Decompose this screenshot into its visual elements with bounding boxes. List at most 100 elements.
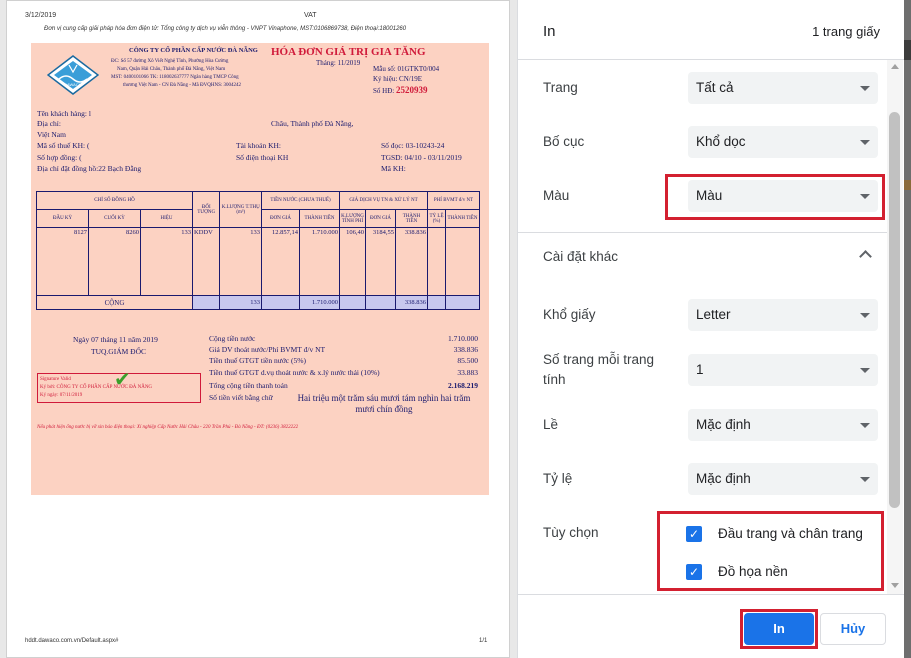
customer-phone: Số điện thoại KH <box>236 153 289 162</box>
paper-size-select[interactable]: Letter <box>688 299 878 331</box>
customer-name: Tên khách hàng: l <box>37 109 91 118</box>
table-header: ĐƠN GIÁ <box>365 209 396 228</box>
summary-value: 33.883 <box>457 368 478 377</box>
dropdown-arrow-icon <box>860 423 870 428</box>
page-footer-url: hddt.dawaco.com.vn/Default.aspx# <box>25 638 119 644</box>
print-settings-panel: In 1 trang giấy Trang Tất cả Bố cục Khổ … <box>517 0 905 658</box>
customer-code: Mã KH: <box>381 164 406 173</box>
company-line: ĐC: Số 57 đường Xô Viết Nghệ Tĩnh, Phườn… <box>111 59 229 64</box>
table-header: PHÍ BVMT đ/v NT <box>427 191 480 210</box>
company-name: CÔNG TY CỔ PHẦN CẤP NƯỚC ĐÀ NẴNG <box>129 47 258 54</box>
invoice-month: Tháng: 11/2019 <box>316 59 361 67</box>
pages-per-sheet-select[interactable]: 1 <box>688 354 878 386</box>
highlight-color-frame <box>665 174 885 220</box>
dialog-title: In <box>543 23 556 40</box>
summary-label: Số tiền viết bằng chữ <box>209 393 273 402</box>
invoice: DAWACO CÔNG TY CỔ PHẦN CẤP NƯỚC ĐÀ NẴNG … <box>31 43 489 495</box>
summary-label: Tổng cộng tiền thanh toán <box>209 381 288 390</box>
contract-number: Số hợp đồng: ( <box>37 153 82 162</box>
table-header: CHỈ SỐ ĐỒNG HỒ <box>36 191 193 210</box>
print-preview-pane: 3/12/2019 VAT Đơn vị cung cấp giải pháp … <box>0 0 517 658</box>
margins-select[interactable]: Mặc định <box>688 409 878 441</box>
provider-line: Đơn vị cung cấp giải pháp hóa đơn điện t… <box>44 26 407 32</box>
dropdown-arrow-icon <box>860 140 870 145</box>
customer-address-label: Địa chỉ: <box>37 119 61 128</box>
color-label: Màu <box>543 188 570 203</box>
invoice-symbol: Ký hiệu: CN/19E <box>373 75 422 83</box>
dialog-footer: In Hủy <box>518 594 905 658</box>
company-line: thương Việt Nam - CN Đà Nẵng - Mã ĐVQHNS… <box>123 83 242 88</box>
scrollbar-thumb[interactable] <box>889 112 900 508</box>
signature-check-icon: ✔ <box>114 367 131 391</box>
table-header: ĐƠN GIÁ <box>261 209 300 228</box>
options-label: Tùy chọn <box>543 525 599 540</box>
company-line: MST: 0400101066 TK: 118002637777 Ngân hà… <box>111 75 239 80</box>
table-total-row: CỘNG 133 1.710.000 338.836 <box>36 295 480 310</box>
pages-per-sheet-label: Số trang mỗi trang tính <box>543 352 655 387</box>
reading-number: Số đọc: 03-10243-24 <box>381 141 445 150</box>
amount-in-words: Hai triệu một trăm sáu mươi tám nghìn ha… <box>297 393 471 414</box>
layout-select[interactable]: Khổ dọc <box>688 126 878 158</box>
cancel-button[interactable]: Hủy <box>820 613 886 645</box>
dropdown-arrow-icon <box>860 368 870 373</box>
summary-label: Giá DV thoát nước/Phí BVMT đ/v NT <box>209 345 326 354</box>
margins-label: Lề <box>543 417 559 432</box>
pages-label: Trang <box>543 80 578 95</box>
table-header: K.LƯỢNG TÍNH PHÍ <box>339 209 366 228</box>
dropdown-arrow-icon <box>860 313 870 318</box>
summary-total: 2.168.219 <box>448 381 478 390</box>
table-header: ĐẦU KỲ <box>36 209 89 228</box>
leak-notice: Nếu phát hiện ống nước bị vỡ xin báo điệ… <box>37 425 299 430</box>
table-header: TIỀN NƯỚC (CHƯA THUẾ) <box>261 191 340 210</box>
page-header-date: 3/12/2019 <box>25 12 57 19</box>
director-title: TUQ.GIÁM ĐỐC <box>91 347 146 356</box>
summary-value: 85.500 <box>457 356 478 365</box>
customer-tax-code: Mã số thuế KH: ( <box>37 141 90 150</box>
summary-label: Tiền thuế GTGT tiền nước (5%) <box>209 356 306 365</box>
table-header: CUỐI KỲ <box>88 209 141 228</box>
pages-select[interactable]: Tất cả <box>688 72 878 104</box>
dropdown-arrow-icon <box>860 477 870 482</box>
table-header: TỶ LỆ (%) <box>427 209 446 228</box>
table-header: THÀNH TIỀN <box>299 209 340 228</box>
customer-country: Việt Nam <box>37 130 66 139</box>
chevron-up-icon[interactable] <box>859 250 872 263</box>
usage-period: TGSD: 04/10 - 03/11/2019 <box>381 153 462 162</box>
scale-label: Tỷ lệ <box>543 471 573 486</box>
customer-address: Châu, Thành phố Đà Nẵng, <box>271 119 354 128</box>
summary-label: Cộng tiền nước <box>209 334 256 343</box>
invoice-form-no: Mẫu số: 01GTKT0/004 <box>373 65 440 73</box>
table-header: HIỆU <box>140 209 193 228</box>
svg-text:DAWACO: DAWACO <box>64 82 82 87</box>
table-header: K.LƯỢNG T.THỤ (m³) <box>219 191 262 228</box>
digital-signature: Signature Valid Ký bởi: CÔNG TY CỔ PHẦN … <box>37 367 201 403</box>
consumption-table: CHỈ SỐ ĐỒNG HỒ ĐỐI TƯỢNG K.LƯỢNG T.THỤ (… <box>36 191 480 310</box>
scroll-up-icon[interactable] <box>891 64 899 69</box>
company-logo-icon: DAWACO <box>47 55 99 95</box>
meter-address: Địa chỉ đặt đồng hồ:22 Bạch Đằng <box>37 164 142 173</box>
invoice-date: Ngày 07 tháng 11 năm 2019 <box>73 335 158 344</box>
company-line: Nam, Quận Hải Châu, Thành phố Đà Nẵng, V… <box>117 67 226 72</box>
invoice-number: Số HĐ: 2520939 <box>373 85 428 95</box>
section-divider <box>518 232 888 233</box>
background-page-strip <box>904 0 911 658</box>
dropdown-arrow-icon <box>860 86 870 91</box>
paper-size-label: Khổ giấy <box>543 307 596 322</box>
page-header-title: VAT <box>304 12 317 19</box>
scale-select[interactable]: Mặc định <box>688 463 878 495</box>
table-row: 8127 8260 133 KDDV 133 12.857,14 1.710.0… <box>36 227 480 296</box>
layout-label: Bố cục <box>543 134 585 149</box>
invoice-title: HÓA ĐƠN GIÁ TRỊ GIA TĂNG <box>271 46 426 58</box>
highlight-print-frame <box>740 609 818 649</box>
summary-value: 338.836 <box>453 345 478 354</box>
summary-label: Tiền thuế GTGT d.vụ thoát nước & x.lý nư… <box>209 368 380 377</box>
table-header: THÀNH TIỀN <box>445 209 480 228</box>
settings-header: In 1 trang giấy <box>518 0 905 60</box>
scroll-down-icon[interactable] <box>891 583 899 588</box>
summary-value: 1.710.000 <box>448 334 478 343</box>
more-settings-toggle[interactable]: Cài đặt khác <box>543 247 618 267</box>
preview-page: 3/12/2019 VAT Đơn vị cung cấp giải pháp … <box>6 0 510 658</box>
customer-account: Tài khoản KH: <box>236 141 281 150</box>
page-footer-number: 1/1 <box>479 638 488 644</box>
table-header: THÀNH TIỀN <box>395 209 428 228</box>
